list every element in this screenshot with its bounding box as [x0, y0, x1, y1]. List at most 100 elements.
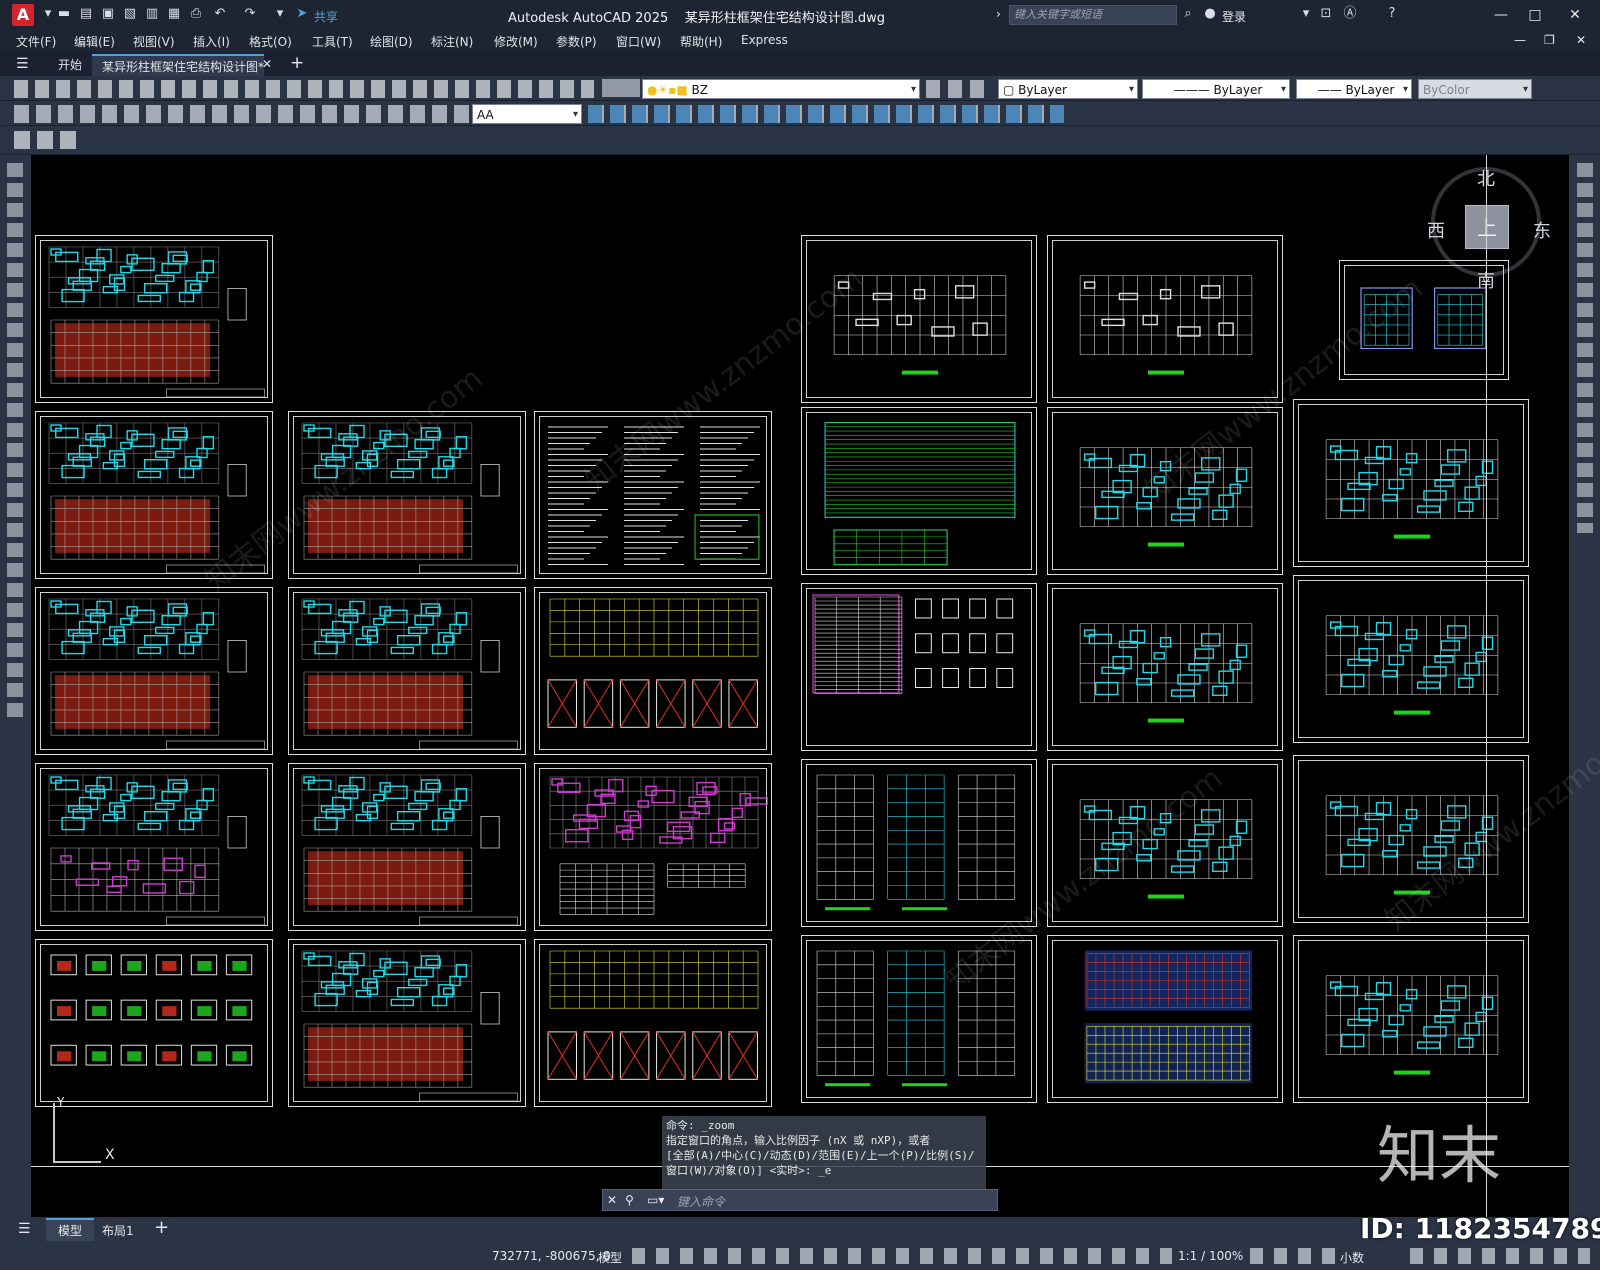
drawing-sheet[interactable] — [35, 939, 273, 1107]
plotstyle-combo[interactable]: ByColor ▾ — [1418, 79, 1532, 99]
command-line[interactable]: ✕ ⚲ ▭▾ 键入命令 — [602, 1189, 998, 1211]
layer-properties-icon[interactable] — [602, 79, 640, 97]
linetype-combo[interactable]: ——— ByLayer ▾ — [1142, 79, 1290, 99]
viewcube-top-face[interactable]: 上 — [1465, 205, 1509, 249]
menu-draw[interactable]: 绘图(D) — [370, 33, 413, 50]
share-label[interactable]: 共享 — [314, 8, 338, 25]
drafting-toggles-icons[interactable] — [632, 1248, 1172, 1264]
watermark-brand: 知末 — [1377, 1119, 1502, 1192]
units-setting[interactable]: 小数 — [1340, 1249, 1364, 1266]
doc-restore-button[interactable]: ❐ — [1544, 33, 1555, 47]
hamburger-menu-icon[interactable]: ☰ — [16, 56, 29, 72]
drawing-sheet[interactable] — [534, 587, 772, 755]
plot-icon[interactable]: ▥ — [144, 6, 160, 22]
tab-model[interactable]: 模型 — [46, 1218, 95, 1241]
autodesk-app-icon[interactable]: Ⓐ — [1342, 6, 1358, 22]
command-close-icon[interactable]: ✕ — [607, 1193, 617, 1207]
tab-close-icon[interactable]: ✕ — [262, 57, 272, 71]
add-layout-button[interactable]: + — [154, 1217, 169, 1238]
print-icon[interactable]: ⎙ — [188, 6, 204, 22]
doc-minimize-button[interactable]: — — [1514, 33, 1526, 47]
drawing-sheet[interactable] — [534, 763, 772, 931]
viewcube-east[interactable]: 东 — [1533, 217, 1551, 243]
drawing-sheet[interactable] — [288, 763, 526, 931]
menu-dimension[interactable]: 标注(N) — [431, 33, 473, 50]
redo-icon[interactable]: ↷ — [242, 6, 258, 22]
command-customize-icon[interactable]: ⚲ — [625, 1193, 634, 1207]
drawing-sheet[interactable] — [288, 587, 526, 755]
search-icon[interactable]: ⌕ — [1180, 6, 1196, 22]
command-input[interactable]: 键入命令 — [677, 1193, 725, 1210]
layer-tools-icons[interactable] — [926, 80, 990, 98]
standard-tools-icons[interactable] — [14, 80, 594, 98]
menu-tools[interactable]: 工具(T) — [312, 33, 353, 50]
modify-tools-icons[interactable] — [588, 105, 1064, 123]
menu-window[interactable]: 窗口(W) — [616, 33, 661, 50]
drawing-sheet[interactable] — [1047, 935, 1283, 1103]
coordinate-readout[interactable]: 732771, -800675, 0 — [492, 1249, 611, 1263]
viewcube-west[interactable]: 西 — [1427, 217, 1445, 243]
publish-icon[interactable]: ▦ — [166, 6, 182, 22]
status-tools-icons[interactable] — [1410, 1248, 1590, 1264]
drawing-sheet[interactable] — [1047, 583, 1283, 751]
drawing-sheet[interactable] — [534, 939, 772, 1107]
drawing-sheet[interactable] — [35, 587, 273, 755]
dropdown-icon[interactable]: ▾ — [40, 6, 56, 22]
drawing-sheet[interactable] — [801, 583, 1037, 751]
undo-icon[interactable]: ↶ — [212, 6, 228, 22]
tab-drawing[interactable]: 某异形柱框架住宅结构设计图* — [92, 54, 264, 76]
dimstyle-combo[interactable]: AA ▾ — [472, 104, 582, 124]
annotation-scale[interactable]: 1:1 / 100% — [1178, 1249, 1243, 1263]
login-label[interactable]: 登录 — [1222, 8, 1246, 25]
lineweight-combo[interactable]: —— ByLayer ▾ — [1296, 79, 1412, 99]
menu-express[interactable]: Express — [741, 33, 788, 47]
user-icon[interactable]: ● — [1202, 6, 1218, 22]
drawing-sheet[interactable] — [1047, 235, 1283, 403]
minimize-button[interactable]: — — [1486, 5, 1516, 25]
autocad-logo-icon[interactable]: A — [12, 4, 34, 26]
drawing-sheet[interactable] — [801, 759, 1037, 927]
model-space-button[interactable]: 模型 — [598, 1249, 622, 1266]
tab-layout1[interactable]: 布局1 — [102, 1222, 134, 1239]
new-file-icon[interactable]: ▬ — [56, 6, 72, 22]
menu-view[interactable]: 视图(V) — [133, 33, 175, 50]
layer-combo[interactable]: ●☀▪■ BZ ▾ — [642, 79, 920, 99]
share-icon[interactable]: ➤ — [294, 6, 310, 22]
modify-tools-icons[interactable] — [1577, 163, 1593, 533]
save-icon[interactable]: ▣ — [100, 6, 116, 22]
menu-parametric[interactable]: 参数(P) — [556, 33, 597, 50]
menu-edit[interactable]: 编辑(E) — [74, 33, 115, 50]
save-as-icon[interactable]: ▧ — [122, 6, 138, 22]
maximize-button[interactable]: □ — [1520, 5, 1550, 25]
menu-format[interactable]: 格式(O) — [249, 33, 292, 50]
workspace-icons[interactable] — [1250, 1248, 1336, 1264]
extra-tools-icons[interactable] — [14, 131, 78, 149]
menu-insert[interactable]: 插入(I) — [193, 33, 230, 50]
dimension-tools-icons[interactable] — [14, 105, 470, 123]
drawing-sheet[interactable] — [35, 235, 273, 403]
drawing-sheet[interactable] — [801, 407, 1037, 575]
close-button[interactable]: ✕ — [1560, 5, 1590, 25]
menu-help[interactable]: 帮助(H) — [680, 33, 722, 50]
drawing-sheet[interactable] — [1293, 935, 1529, 1103]
color-combo[interactable]: ▢ ByLayer ▾ — [998, 79, 1138, 99]
doc-close-button[interactable]: ✕ — [1576, 33, 1586, 47]
new-tab-button[interactable]: + — [290, 53, 304, 73]
drawing-canvas[interactable]: 知末网www.znzmo.com 知末网www.znzmo.com 知末网www… — [31, 155, 1600, 1217]
drawing-sheet[interactable] — [288, 939, 526, 1107]
login-dropdown-icon[interactable]: ▾ — [1298, 6, 1314, 22]
search-arrow-icon[interactable]: › — [996, 7, 1001, 21]
customize-icon[interactable]: ▾ — [272, 6, 288, 22]
cart-icon[interactable]: ⊡ — [1318, 6, 1334, 22]
menu-modify[interactable]: 修改(M) — [494, 33, 538, 50]
help-icon[interactable]: ? — [1384, 6, 1400, 22]
drawing-sheet[interactable] — [1293, 399, 1529, 567]
open-file-icon[interactable]: ▤ — [78, 6, 94, 22]
menu-file[interactable]: 文件(F) — [16, 33, 56, 50]
layout-menu-icon[interactable]: ☰ — [18, 1221, 31, 1237]
draw-tools-icons[interactable] — [7, 163, 23, 723]
drawing-sheet[interactable] — [1293, 575, 1529, 743]
drawing-sheet[interactable] — [35, 763, 273, 931]
tab-start[interactable]: 开始 — [48, 54, 92, 76]
search-input[interactable]: 键入关键字或短语 — [1009, 5, 1177, 25]
